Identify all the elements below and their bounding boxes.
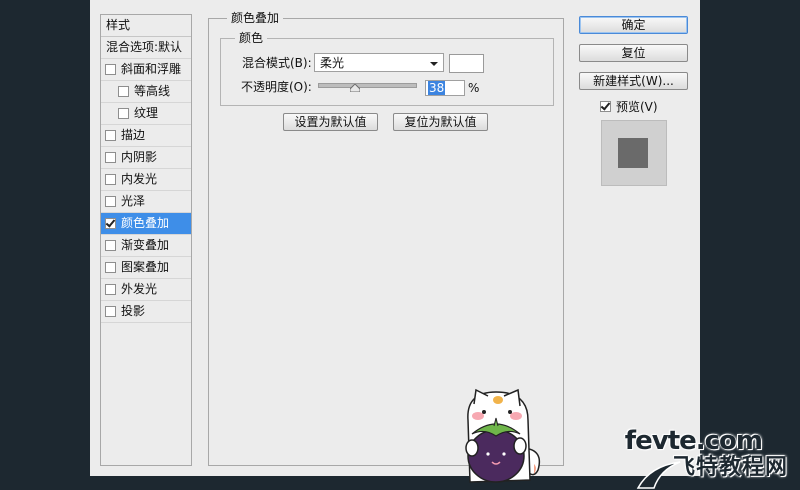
style-item[interactable]: 内阴影 xyxy=(101,147,191,169)
style-preview-swatch xyxy=(618,138,648,168)
cat-mascot-image xyxy=(465,388,541,483)
blend-mode-label: 混合模式(B): xyxy=(242,56,312,70)
style-item[interactable]: 渐变叠加 xyxy=(101,235,191,257)
style-item-label: 光泽 xyxy=(121,194,146,208)
blending-options-item[interactable]: 混合选项:默认 xyxy=(101,37,191,59)
style-item-checkbox[interactable] xyxy=(105,284,116,295)
style-item-label: 描边 xyxy=(121,128,146,142)
watermark-sitename: 飞特教程网 xyxy=(672,455,788,480)
preview-checkbox[interactable] xyxy=(600,101,611,112)
style-item-checkbox[interactable] xyxy=(105,196,116,207)
style-item-checkbox[interactable] xyxy=(105,218,116,229)
style-item-checkbox[interactable] xyxy=(118,108,129,119)
style-item-checkbox[interactable] xyxy=(105,152,116,163)
opacity-input[interactable]: 38 xyxy=(425,80,465,96)
style-item-label: 颜色叠加 xyxy=(121,216,170,230)
style-item[interactable]: 外发光 xyxy=(101,279,191,301)
style-item-checkbox[interactable] xyxy=(105,174,116,185)
style-item[interactable]: 图案叠加 xyxy=(101,257,191,279)
new-style-button[interactable]: 新建样式(W)... xyxy=(579,72,688,90)
style-item[interactable]: 内发光 xyxy=(101,169,191,191)
color-overlay-title: 颜色叠加 xyxy=(227,11,284,25)
style-item-checkbox[interactable] xyxy=(118,86,129,97)
preview-toggle[interactable]: 预览(V) xyxy=(600,98,658,115)
style-item-label: 渐变叠加 xyxy=(121,238,170,252)
opacity-value: 38 xyxy=(428,81,446,95)
style-item[interactable]: 斜面和浮雕 xyxy=(101,59,191,81)
style-item-checkbox[interactable] xyxy=(105,306,116,317)
chevron-down-icon xyxy=(430,62,438,66)
blend-mode-select[interactable]: 柔光 xyxy=(314,53,444,72)
style-item-checkbox[interactable] xyxy=(105,64,116,75)
opacity-slider-thumb[interactable] xyxy=(349,84,360,92)
blend-mode-value: 柔光 xyxy=(320,56,345,70)
watermark-domain: fevte.com xyxy=(624,426,763,456)
style-item[interactable]: 颜色叠加 xyxy=(101,213,191,235)
ok-button[interactable]: 确定 xyxy=(579,16,688,34)
style-item-checkbox[interactable] xyxy=(105,240,116,251)
style-item-checkbox[interactable] xyxy=(105,262,116,273)
style-item-label: 等高线 xyxy=(134,84,171,98)
opacity-slider-track[interactable] xyxy=(318,83,417,88)
style-item-label: 斜面和浮雕 xyxy=(121,62,182,76)
set-default-button[interactable]: 设置为默认值 xyxy=(283,113,378,131)
style-item-checkbox[interactable] xyxy=(105,130,116,141)
reset-button[interactable]: 复位 xyxy=(579,44,688,62)
style-item[interactable]: 描边 xyxy=(101,125,191,147)
overlay-color-swatch[interactable] xyxy=(449,54,484,73)
layer-style-dialog: 样式 混合选项:默认 斜面和浮雕 等高线 纹理 描边 内阴影 内发光 光泽 颜色叠加 渐变叠加图… xyxy=(90,0,700,476)
style-preview xyxy=(601,120,667,186)
opacity-label: 不透明度(O): xyxy=(241,80,312,94)
style-item-label: 投影 xyxy=(121,304,146,318)
color-subgroup-title: 颜色 xyxy=(235,31,268,45)
styles-list: 样式 混合选项:默认 斜面和浮雕等高线纹理描边内阴影内发光光泽颜色叠加渐变叠加图… xyxy=(100,14,192,466)
styles-header[interactable]: 样式 xyxy=(101,15,191,37)
style-item-label: 内阴影 xyxy=(121,150,158,164)
style-item[interactable]: 纹理 xyxy=(101,103,191,125)
style-item-label: 图案叠加 xyxy=(121,260,170,274)
style-item[interactable]: 等高线 xyxy=(101,81,191,103)
style-item-label: 外发光 xyxy=(121,282,158,296)
color-subgroup xyxy=(220,38,554,106)
style-item-label: 内发光 xyxy=(121,172,158,186)
reset-default-button[interactable]: 复位为默认值 xyxy=(393,113,488,131)
style-item[interactable]: 投影 xyxy=(101,301,191,323)
preview-label: 预览(V) xyxy=(616,100,658,114)
style-item-label: 纹理 xyxy=(134,106,159,120)
style-item[interactable]: 光泽 xyxy=(101,191,191,213)
opacity-unit: % xyxy=(468,81,480,95)
site-watermark: fevte.com 飞特教程网 xyxy=(625,426,800,490)
